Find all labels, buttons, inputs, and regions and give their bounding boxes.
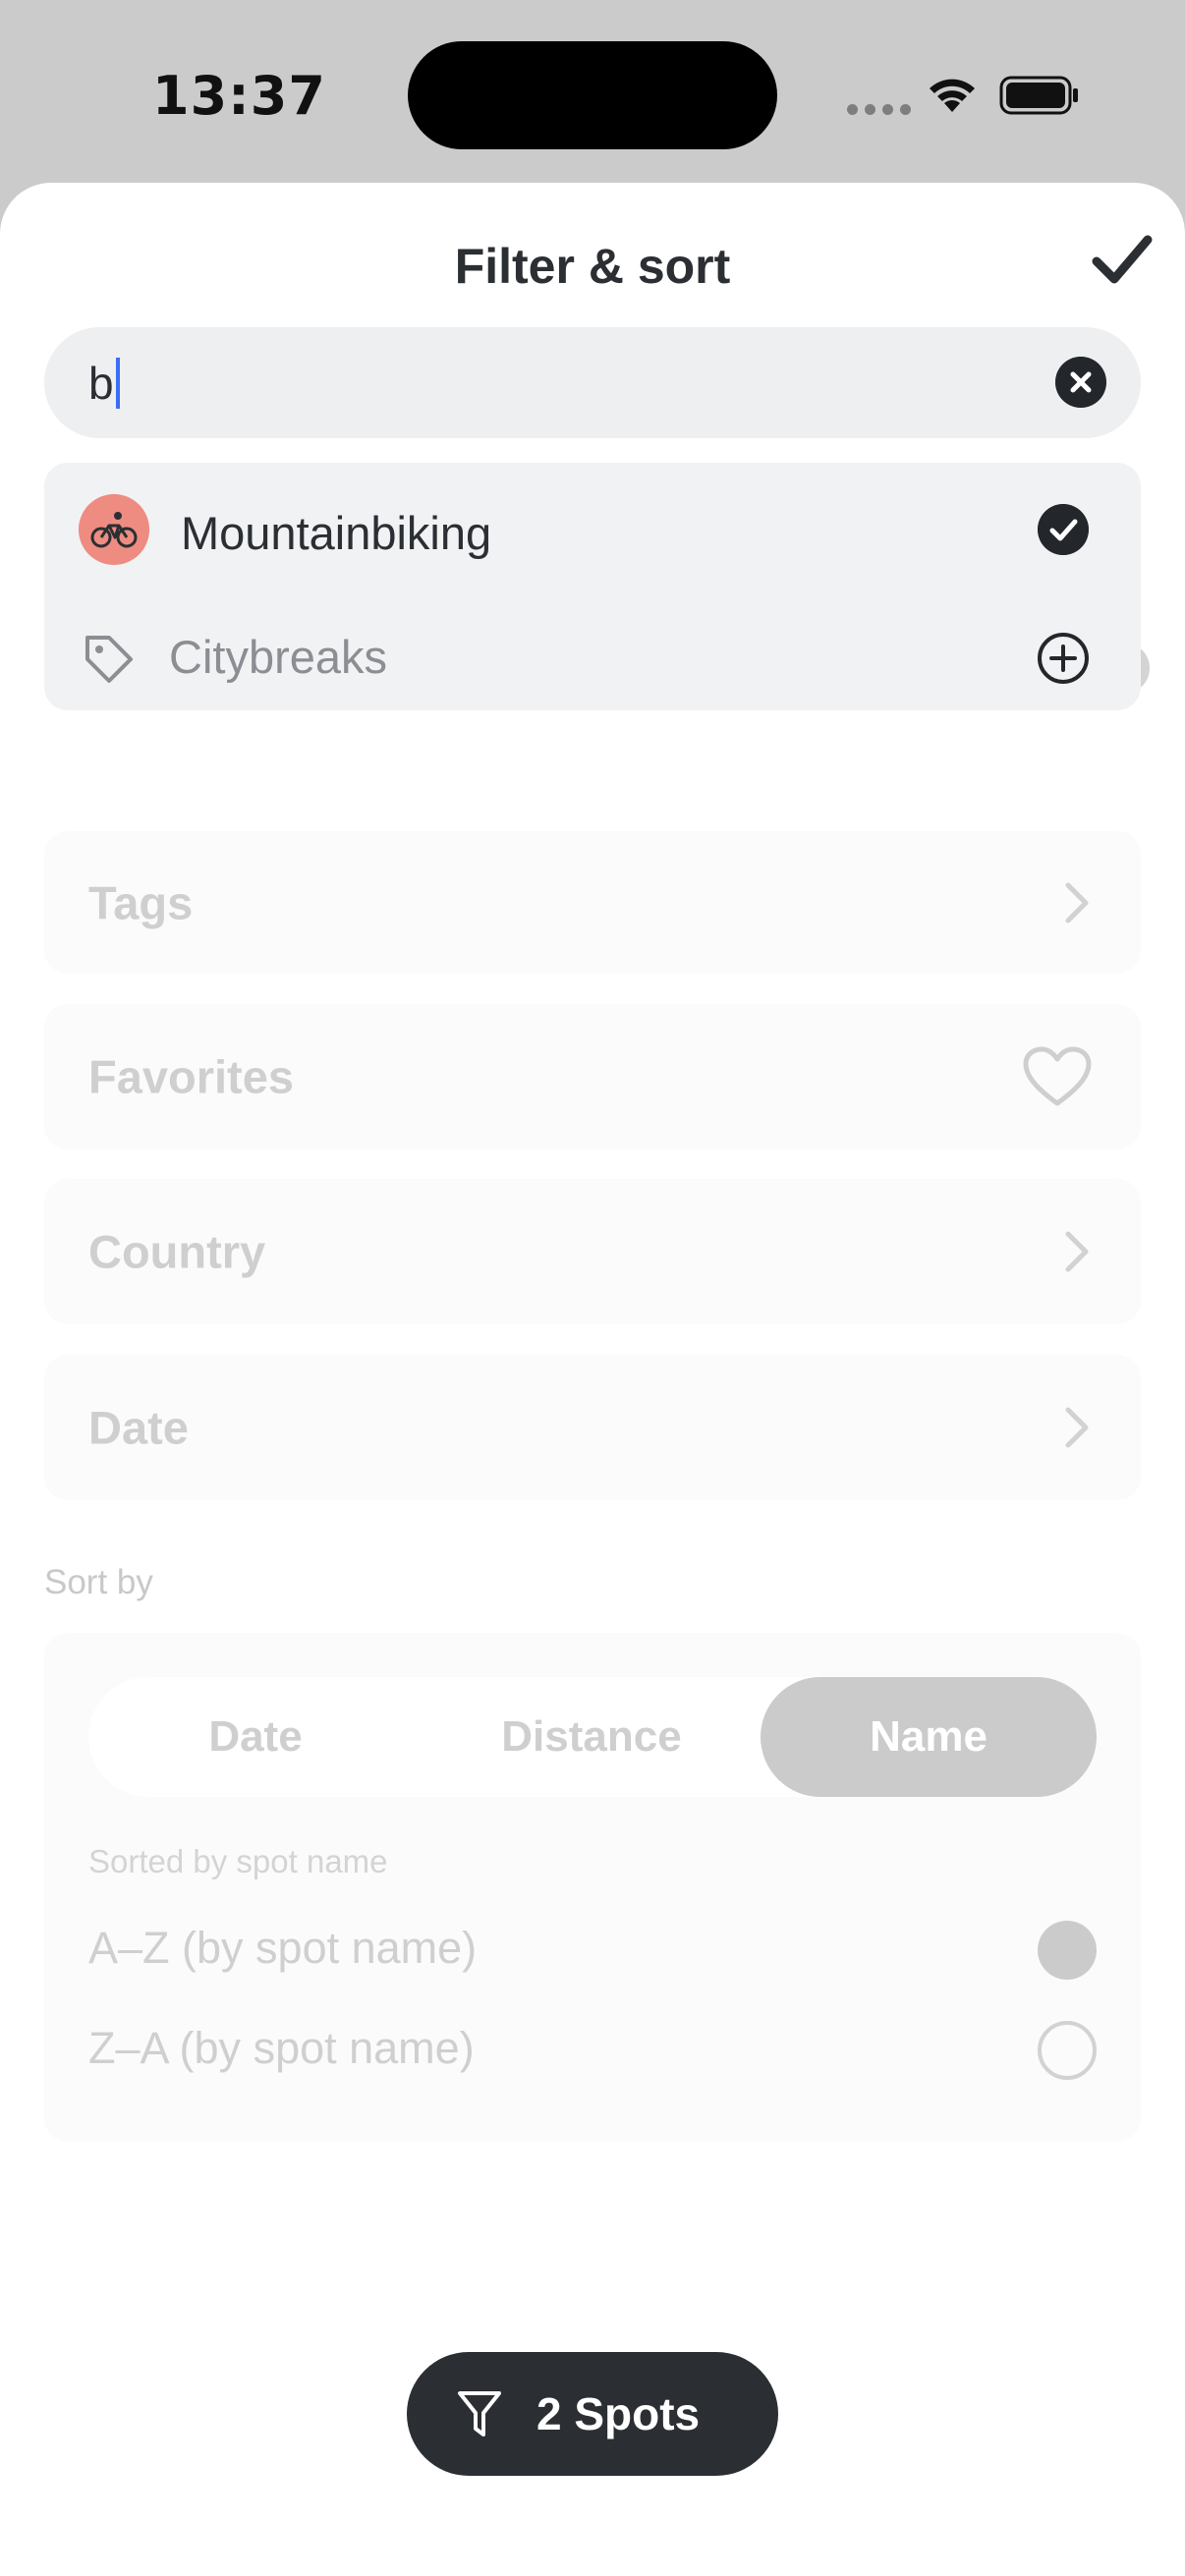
chevron-right-icon bbox=[1065, 882, 1089, 923]
text-caret bbox=[115, 358, 120, 409]
suggestion-citybreaks[interactable]: Citybreaks bbox=[44, 592, 1141, 710]
dynamic-island bbox=[408, 41, 777, 149]
filter-funnel-icon bbox=[458, 2391, 501, 2436]
tag-suggestions-dropdown: Mountainbiking Citybreaks bbox=[44, 463, 1141, 710]
filter-sort-sheet: Filter & sort b Tags Favorites Country D… bbox=[0, 183, 1185, 2576]
suggestion-label: Mountainbiking bbox=[181, 507, 492, 559]
radio-selected[interactable] bbox=[1038, 1921, 1097, 1980]
page-title: Filter & sort bbox=[454, 239, 731, 294]
filter-row-country-label: Country bbox=[88, 1225, 266, 1278]
sort-segment-distance[interactable]: Distance bbox=[423, 1677, 761, 1797]
sort-option-z-a-label: Z–A (by spot name) bbox=[88, 2023, 475, 2073]
bike-icon bbox=[79, 494, 149, 565]
filter-row-tags-label: Tags bbox=[88, 876, 194, 928]
sort-option-z-a[interactable]: Z–A (by spot name) bbox=[88, 2005, 1097, 2094]
sort-by-caption: Sort by bbox=[44, 1563, 153, 1601]
show-spots-button[interactable]: 2 Spots bbox=[407, 2352, 778, 2476]
heart-icon[interactable] bbox=[1023, 1046, 1092, 1107]
sort-card: Date Distance Name Sorted by spot name A… bbox=[44, 1633, 1141, 2142]
plus-circle-icon[interactable] bbox=[1037, 632, 1090, 685]
tag-icon bbox=[85, 636, 133, 683]
filter-row-date-label: Date bbox=[88, 1401, 189, 1454]
cellular-signal-icon bbox=[847, 104, 911, 115]
show-spots-label: 2 Spots bbox=[536, 2388, 701, 2439]
search-input[interactable]: b bbox=[88, 357, 120, 410]
filter-row-favorites-label: Favorites bbox=[88, 1050, 294, 1103]
sort-subtitle: Sorted by spot name bbox=[88, 1843, 388, 1879]
battery-icon bbox=[999, 76, 1078, 115]
chevron-right-icon bbox=[1065, 1407, 1089, 1448]
radio-unselected[interactable] bbox=[1038, 2021, 1097, 2080]
suggestion-mountainbiking[interactable]: Mountainbiking bbox=[44, 471, 1141, 588]
chevron-right-icon bbox=[1065, 1231, 1089, 1272]
checkmark-circle-icon[interactable] bbox=[1038, 504, 1089, 555]
status-time: 13:37 bbox=[152, 65, 326, 127]
suggestion-label: Citybreaks bbox=[169, 631, 388, 683]
search-field[interactable]: b bbox=[44, 327, 1141, 438]
filter-row-date[interactable]: Date bbox=[44, 1355, 1141, 1500]
filter-row-tags[interactable]: Tags bbox=[44, 831, 1141, 974]
sort-option-a-z[interactable]: A–Z (by spot name) bbox=[88, 1905, 1097, 1993]
filter-row-country[interactable]: Country bbox=[44, 1179, 1141, 1324]
checkmark-done-icon[interactable] bbox=[1091, 232, 1154, 287]
sort-option-a-z-label: A–Z (by spot name) bbox=[88, 1923, 478, 1973]
search-input-text: b bbox=[88, 358, 114, 409]
sort-segment-name[interactable]: Name bbox=[761, 1677, 1097, 1797]
clear-search-icon[interactable] bbox=[1055, 357, 1106, 408]
sort-segment-date[interactable]: Date bbox=[88, 1677, 423, 1797]
filter-row-favorites[interactable]: Favorites bbox=[44, 1004, 1141, 1149]
sort-segmented-control: Date Distance Name bbox=[88, 1677, 1097, 1797]
wifi-icon bbox=[930, 79, 975, 112]
